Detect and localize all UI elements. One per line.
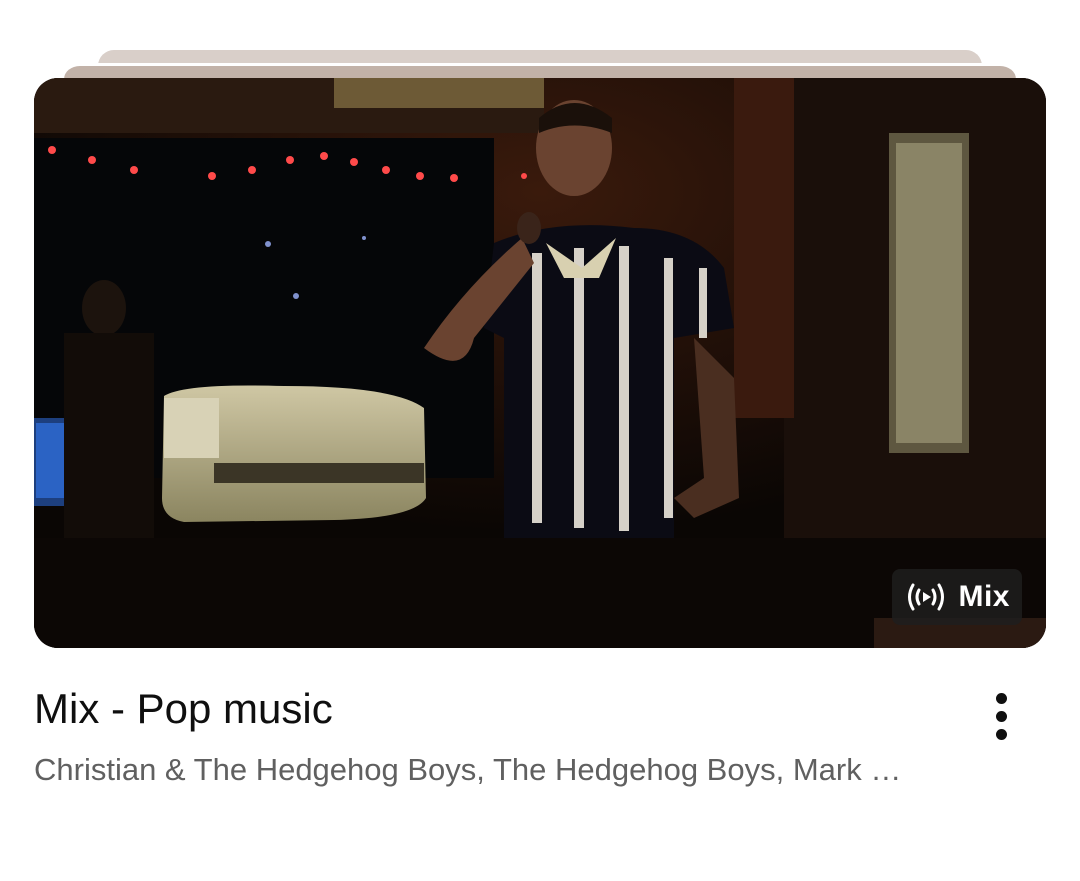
mix-playlist-card[interactable]: Mix Mix - Pop music Christian & The Hedg… xyxy=(0,0,1080,881)
menu-dot xyxy=(995,710,1007,722)
thumbnail-image xyxy=(34,78,1046,648)
mix-badge: Mix xyxy=(892,569,1022,625)
mix-badge-label: Mix xyxy=(958,580,1010,613)
channel-list: Christian & The Hedgehog Boys, The Hedge… xyxy=(34,752,902,787)
broadcast-icon xyxy=(904,581,948,613)
menu-dot xyxy=(995,728,1007,740)
video-thumbnail[interactable]: Mix xyxy=(34,78,1046,648)
more-options-button[interactable] xyxy=(972,684,1030,748)
video-title[interactable]: Mix - Pop music xyxy=(34,685,333,733)
more-vertical-icon xyxy=(995,692,1007,704)
